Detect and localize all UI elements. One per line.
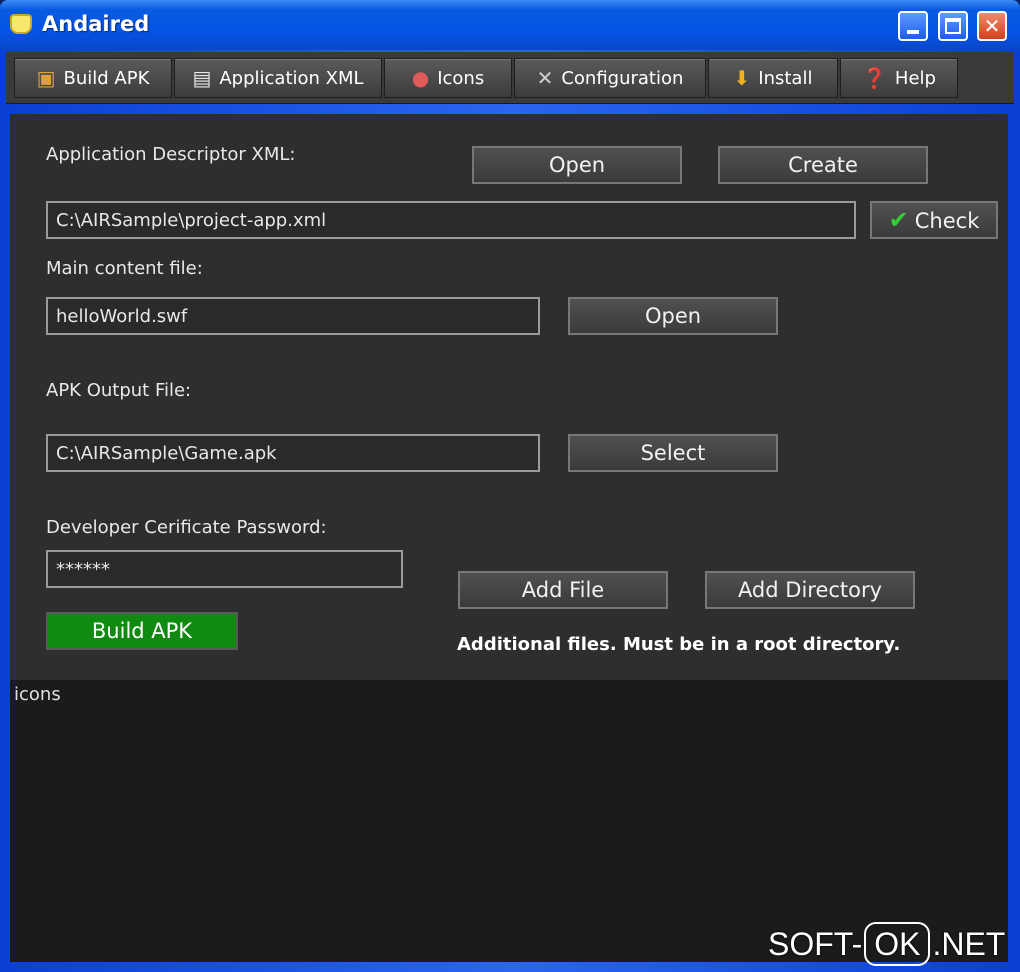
document-icon: ▤ (192, 66, 212, 90)
watermark-left: SOFT- (768, 925, 863, 962)
close-button[interactable]: ✕ (977, 11, 1007, 41)
build-apk-panel: Application Descriptor XML: Open Create … (10, 114, 1008, 680)
descriptor-label: Application Descriptor XML: (46, 144, 296, 165)
watermark: SOFT- OK .NET (768, 922, 1005, 966)
add-directory-button[interactable]: Add Directory (705, 571, 915, 609)
apk-output-field[interactable]: C:\AIRSample\Game.apk (46, 434, 540, 472)
maximize-button[interactable] (938, 11, 968, 41)
watermark-right: .NET (932, 925, 1006, 962)
descriptor-create-button[interactable]: Create (718, 146, 928, 184)
check-button[interactable]: ✔ Check (870, 201, 998, 239)
tab-label: Build APK (63, 67, 150, 89)
main-content-open-button[interactable]: Open (568, 297, 778, 335)
app-window: Andaired ✕ ▣ Build APK ▤ Application XML… (0, 0, 1020, 972)
checkmark-icon: ✔ (888, 206, 909, 234)
descriptor-open-button[interactable]: Open (472, 146, 682, 184)
package-icon: ▣ (36, 66, 56, 90)
tab-build-apk[interactable]: ▣ Build APK (14, 58, 172, 98)
tab-icons[interactable]: ● Icons (384, 58, 512, 98)
descriptor-path-field[interactable]: C:\AIRSample\project-app.xml (46, 201, 856, 239)
close-icon: ✕ (983, 14, 1001, 38)
tab-label: Help (894, 67, 936, 89)
log-text: icons (14, 684, 61, 705)
app-icon (10, 14, 32, 34)
help-icon: ❓ (862, 66, 887, 90)
minimize-icon (907, 30, 919, 34)
tab-install[interactable]: ⬇ Install (708, 58, 838, 98)
tab-application-xml[interactable]: ▤ Application XML (174, 58, 382, 98)
window-title: Andaired (42, 12, 150, 36)
main-content-field[interactable]: helloWorld.swf (46, 297, 540, 335)
password-label: Developer Cerificate Password: (46, 517, 327, 538)
watermark-box: OK (864, 922, 931, 966)
main-content-label: Main content file: (46, 258, 203, 279)
apk-output-label: APK Output File: (46, 380, 192, 401)
tools-icon: ✕ (536, 66, 554, 90)
icons-icon: ● (411, 66, 430, 90)
apk-output-select-button[interactable]: Select (568, 434, 778, 472)
maximize-icon (945, 18, 961, 34)
tab-help[interactable]: ❓ Help (840, 58, 958, 98)
tab-label: Icons (437, 67, 485, 89)
add-file-button[interactable]: Add File (458, 571, 668, 609)
additional-files-note: Additional files. Must be in a root dire… (457, 634, 901, 655)
minimize-button[interactable] (898, 11, 928, 41)
tab-label: Application XML (219, 67, 364, 89)
password-field[interactable]: ****** (46, 550, 403, 588)
download-arrow-icon: ⬇ (733, 66, 751, 90)
title-bar[interactable]: Andaired ✕ (0, 0, 1020, 50)
tab-label: Install (758, 67, 813, 89)
log-output[interactable]: icons (10, 680, 1008, 962)
check-label: Check (914, 209, 980, 233)
toolbar: ▣ Build APK ▤ Application XML ● Icons ✕ … (6, 52, 1014, 104)
build-apk-button[interactable]: Build APK (46, 612, 238, 650)
tab-configuration[interactable]: ✕ Configuration (514, 58, 706, 98)
tab-label: Configuration (561, 67, 684, 89)
